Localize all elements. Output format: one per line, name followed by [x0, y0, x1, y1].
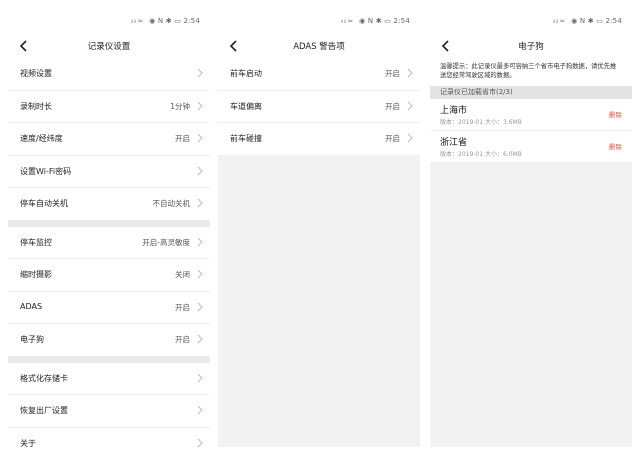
adas-list: 前车启动 开启 车道偏离 开启 前车碰撞 开启 [218, 58, 420, 155]
signal-icon: ᵢₗ ᵢₗ ≈ [341, 17, 353, 25]
city-item: 上海市 版本：2019-01 大小：3.6MB 删除 [430, 99, 632, 131]
nav-bar: 记录仪设置 [8, 38, 210, 58]
status-icons: ◉ N ✱ ▭ [359, 17, 392, 25]
setting-row[interactable]: 恢复出厂设置 [8, 395, 210, 428]
chevron-right-icon [197, 198, 203, 208]
adas-row[interactable]: 前车碰撞 开启 [218, 123, 420, 155]
chevron-right-icon [197, 101, 203, 110]
status-time: 2:54 [183, 17, 200, 25]
chevron-right-icon [197, 166, 203, 175]
adas-row[interactable]: 前车启动 开启 [218, 58, 420, 91]
chevron-right-icon [197, 237, 203, 246]
status-time: 2:54 [393, 17, 410, 25]
chevron-right-icon [197, 302, 203, 311]
status-time: 2:54 [605, 17, 622, 25]
status-bar: ᵢₗ ᵢₗ ≈ ◉ N ✱ ▭ 2:54 [218, 0, 420, 38]
delete-button[interactable]: 删除 [609, 141, 622, 151]
setting-row[interactable]: 关于 [8, 427, 210, 447]
page-title: 电子狗 [518, 42, 544, 52]
group-divider [8, 355, 210, 363]
setting-row[interactable]: 设置Wi-Fi密码 [8, 155, 210, 188]
status-icons: ◉ N ✱ ▭ [571, 17, 604, 25]
setting-row[interactable]: 停车监控 开启-高灵敏度 [8, 226, 210, 259]
chevron-right-icon [197, 334, 203, 344]
chevron-right-icon [407, 101, 413, 110]
setting-row[interactable]: 视频设置 [8, 58, 210, 91]
chevron-right-icon [197, 269, 203, 279]
nav-bar: ADAS 警告项 [218, 38, 420, 58]
signal-icon: ᵢₗ ᵢₗ ≈ [553, 17, 565, 25]
setting-row[interactable]: 停车自动关机 不自动关机 [8, 188, 210, 220]
setting-row[interactable]: 格式化存储卡 [8, 362, 210, 395]
nav-bar: 电子狗 [430, 38, 632, 58]
screen-speed-camera: ᵢₗ ᵢₗ ≈ ◉ N ✱ ▭ 2:54 电子狗 温馨提示：此记录仪最多可容纳三… [430, 0, 632, 447]
city-item: 浙江省 版本：2019-01 大小：6.0MB 删除 [430, 131, 632, 163]
settings-group-1: 视频设置 录制时长 1分钟 速度/经纬度 开启 设置Wi-Fi密码 停车自动关机 不自… [8, 58, 210, 220]
page-title: 记录仪设置 [87, 42, 131, 52]
chevron-right-icon [197, 438, 203, 447]
delete-button[interactable]: 删除 [609, 109, 622, 119]
adas-row[interactable]: 车道偏离 开启 [218, 90, 420, 123]
chevron-right-icon [197, 373, 203, 382]
chevron-right-icon [407, 68, 413, 78]
settings-group-2: 停车监控 开启-高灵敏度 缩时摄影 关闭 ADAS 开启 电子狗 开启 [8, 226, 210, 356]
setting-row[interactable]: 缩时摄影 关闭 [8, 259, 210, 292]
section-header: 记录仪已加载省市(2/3) [430, 86, 632, 99]
status-icons: ◉ N ✱ ▭ [149, 17, 182, 25]
tip-text: 温馨提示：此记录仪最多可容纳三个省市电子狗数据，请优先推送您经常驾驶区域的数据。 [430, 58, 632, 86]
status-bar: ᵢₗ ᵢₗ ≈ ◉ N ✱ ▭ 2:54 [430, 0, 632, 38]
signal-icon: ᵢₗ ᵢₗ ≈ [131, 17, 143, 25]
chevron-right-icon [197, 405, 203, 415]
screen-recorder-settings: ᵢₗ ᵢₗ ≈ ◉ N ✱ ▭ 2:54 记录仪设置 视频设置 录制时长 1分钟 … [8, 0, 210, 447]
status-bar: ᵢₗ ᵢₗ ≈ ◉ N ✱ ▭ 2:54 [8, 0, 210, 38]
setting-row[interactable]: 速度/经纬度 开启 [8, 123, 210, 156]
settings-group-3: 格式化存储卡 恢复出厂设置 关于 [8, 362, 210, 447]
page-title: ADAS 警告项 [293, 42, 345, 52]
setting-row[interactable]: 电子狗 开启 [8, 324, 210, 356]
setting-row[interactable]: ADAS 开启 [8, 291, 210, 324]
screen-adas-warnings: ᵢₗ ᵢₗ ≈ ◉ N ✱ ▭ 2:54 ADAS 警告项 前车启动 开启 车道偏… [218, 0, 420, 447]
chevron-right-icon [407, 133, 413, 143]
group-divider [8, 219, 210, 227]
chevron-right-icon [197, 133, 203, 143]
chevron-right-icon [197, 68, 203, 78]
setting-row[interactable]: 录制时长 1分钟 [8, 90, 210, 123]
